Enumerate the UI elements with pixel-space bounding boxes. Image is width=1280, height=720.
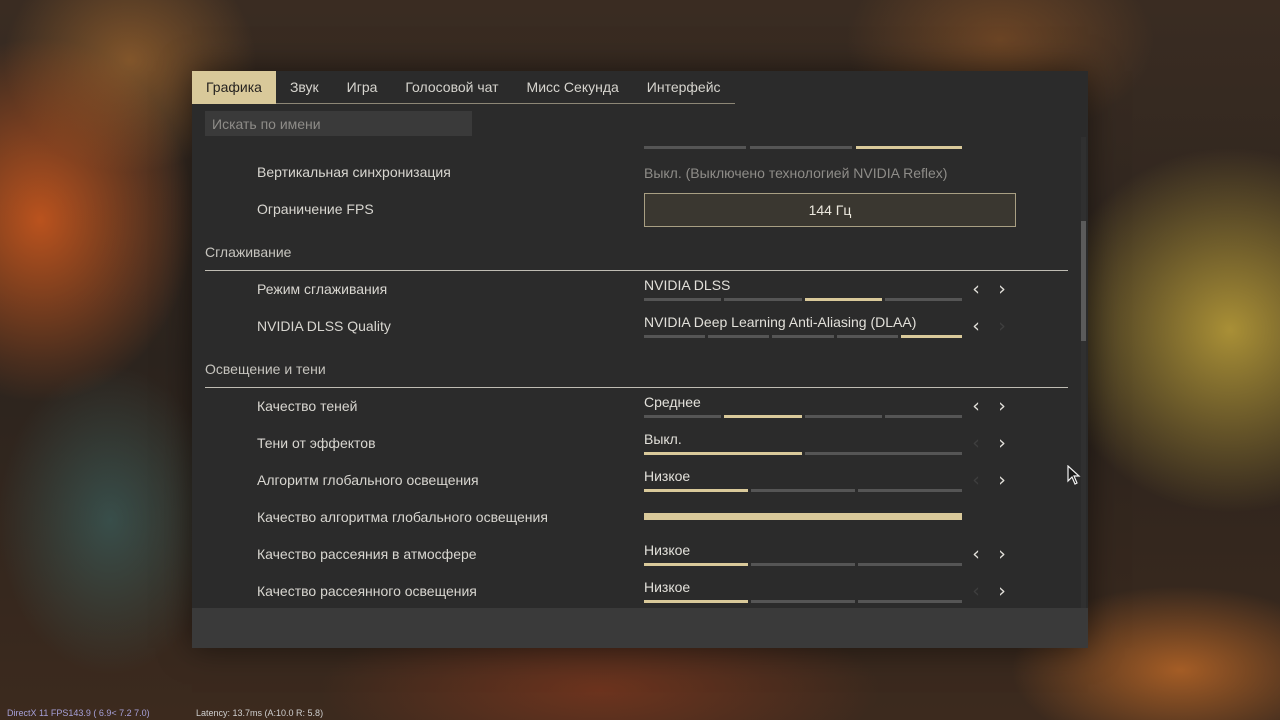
chevron-left-icon: ‹ — [972, 469, 980, 491]
option-indicator — [644, 563, 962, 566]
chevron-left-icon: ‹ — [972, 580, 980, 602]
section-antialiasing: Сглаживание — [205, 242, 1068, 272]
chevron-right-icon[interactable]: › — [992, 542, 1012, 566]
search-input[interactable] — [205, 111, 472, 136]
setting-value: Низкое — [644, 579, 691, 595]
chevron-left-icon[interactable]: ‹ — [966, 277, 986, 301]
option-segment — [644, 415, 722, 418]
setting-value: Низкое — [644, 542, 691, 558]
setting-label: Ограничение FPS — [257, 201, 374, 217]
option-segment — [644, 452, 802, 455]
setting-row-aa-mode[interactable]: Режим сглаживания NVIDIA DLSS ‹ › — [192, 271, 1077, 308]
option-segment — [724, 415, 802, 418]
setting-label: Тени от эффектов — [257, 435, 376, 451]
setting-label: Вертикальная синхронизация — [257, 164, 451, 180]
chevron-right-icon[interactable]: › — [992, 431, 1012, 455]
option-indicator — [644, 600, 962, 603]
option-segment — [858, 489, 962, 492]
setting-label: Алгоритм глобального освещения — [257, 472, 479, 488]
setting-row-atmo-scatter[interactable]: Качество рассеяния в атмосфере Низкое ‹ … — [192, 536, 1077, 573]
section-title: Освещение и тени — [205, 361, 326, 377]
chevron-right-icon[interactable]: › — [992, 394, 1012, 418]
setting-row-vsync[interactable]: Вертикальная синхронизация Выкл. (Выключ… — [192, 154, 1077, 191]
setting-value: NVIDIA Deep Learning Anti-Aliasing (DLAA… — [644, 314, 917, 330]
section-lighting: Освещение и тени — [205, 359, 1068, 389]
setting-label: Качество алгоритма глобального освещения — [257, 509, 548, 525]
setting-value: NVIDIA DLSS — [644, 277, 731, 293]
panel-footer — [192, 608, 1088, 648]
setting-label: NVIDIA DLSS Quality — [257, 318, 391, 334]
option-segment — [708, 335, 770, 338]
setting-label: Режим сглаживания — [257, 281, 388, 297]
option-segment — [804, 298, 882, 301]
scrollbar-thumb[interactable] — [1081, 221, 1086, 341]
option-segment — [644, 489, 748, 492]
setting-row-effect-shadows[interactable]: Тени от эффектов Выкл. ‹ › — [192, 425, 1077, 462]
option-segment — [751, 489, 855, 492]
settings-panel: Графика Звук Игра Голосовой чат Мисс Сек… — [192, 71, 1088, 648]
chevron-left-icon: ‹ — [972, 432, 980, 454]
fps-limit-field[interactable]: 144 Гц — [644, 193, 1016, 227]
chevron-right-icon[interactable]: › — [992, 579, 1012, 603]
tab-voice-chat[interactable]: Голосовой чат — [391, 71, 513, 104]
mouse-cursor-icon — [1067, 465, 1081, 485]
option-indicator — [644, 298, 962, 301]
option-segment — [884, 298, 962, 301]
option-indicator — [644, 452, 962, 455]
setting-value: Низкое — [644, 468, 691, 484]
option-segment — [804, 415, 882, 418]
tab-game[interactable]: Игра — [332, 71, 392, 104]
setting-label: Качество рассеяния в атмосфере — [257, 546, 477, 562]
tab-miss-second[interactable]: Мисс Секунда — [512, 71, 633, 104]
chevron-right-icon[interactable]: › — [992, 277, 1012, 301]
option-segment — [836, 335, 898, 338]
option-segment — [900, 335, 963, 338]
option-indicator — [644, 489, 962, 492]
option-segment — [884, 415, 962, 418]
tab-sound[interactable]: Звук — [275, 71, 333, 104]
option-segment — [772, 335, 834, 338]
option-segment — [751, 563, 855, 566]
option-segment — [644, 298, 722, 301]
setting-row-dlss-quality[interactable]: NVIDIA DLSS Quality NVIDIA Deep Learning… — [192, 308, 1077, 345]
option-segment — [644, 335, 706, 338]
setting-value: Выкл. — [644, 431, 682, 447]
chevron-right-icon[interactable]: › — [992, 468, 1012, 492]
chevron-left-icon[interactable]: ‹ — [966, 542, 986, 566]
option-segment — [858, 600, 962, 603]
option-indicator — [644, 335, 963, 338]
section-title: Сглаживание — [205, 244, 292, 260]
fps-overlay: DirectX 11 FPS143.9 ( 6.9< 7.2 7.0) — [7, 708, 150, 718]
settings-list: Вертикальная синхронизация Выкл. (Выключ… — [192, 137, 1077, 608]
option-segment — [858, 563, 962, 566]
latency-overlay: Latency: 13.7ms (A:10.0 R: 5.8) — [196, 708, 324, 718]
setting-row-gi-quality[interactable]: Качество алгоритма глобального освещения — [192, 499, 1077, 536]
setting-row-shadow-quality[interactable]: Качество теней Среднее ‹ › — [192, 388, 1077, 425]
setting-row-fps-limit[interactable]: Ограничение FPS 144 Гц — [192, 191, 1077, 228]
setting-value: Среднее — [644, 394, 701, 410]
tab-interface[interactable]: Интерфейс — [632, 71, 735, 104]
option-segment — [724, 298, 802, 301]
tab-bar: Графика Звук Игра Голосовой чат Мисс Сек… — [192, 71, 735, 104]
option-segment — [644, 600, 748, 603]
setting-value: Выкл. (Выключено технологией NVIDIA Refl… — [644, 165, 948, 181]
tab-graphics[interactable]: Графика — [192, 71, 276, 104]
setting-row-gi-algorithm[interactable]: Алгоритм глобального освещения Низкое ‹ … — [192, 462, 1077, 499]
option-segment — [804, 452, 962, 455]
option-segment — [644, 563, 748, 566]
chevron-left-icon[interactable]: ‹ — [966, 314, 986, 338]
option-indicator — [644, 415, 962, 418]
scrollbar-track[interactable] — [1081, 137, 1086, 608]
setting-label: Качество рассеянного освещения — [257, 583, 477, 599]
setting-row-diffuse-light[interactable]: Качество рассеянного освещения Низкое ‹ … — [192, 573, 1077, 608]
gi-quality-slider[interactable] — [644, 513, 962, 520]
setting-label: Качество теней — [257, 398, 358, 414]
option-segment — [751, 600, 855, 603]
chevron-right-icon: › — [998, 315, 1006, 337]
chevron-left-icon[interactable]: ‹ — [966, 394, 986, 418]
